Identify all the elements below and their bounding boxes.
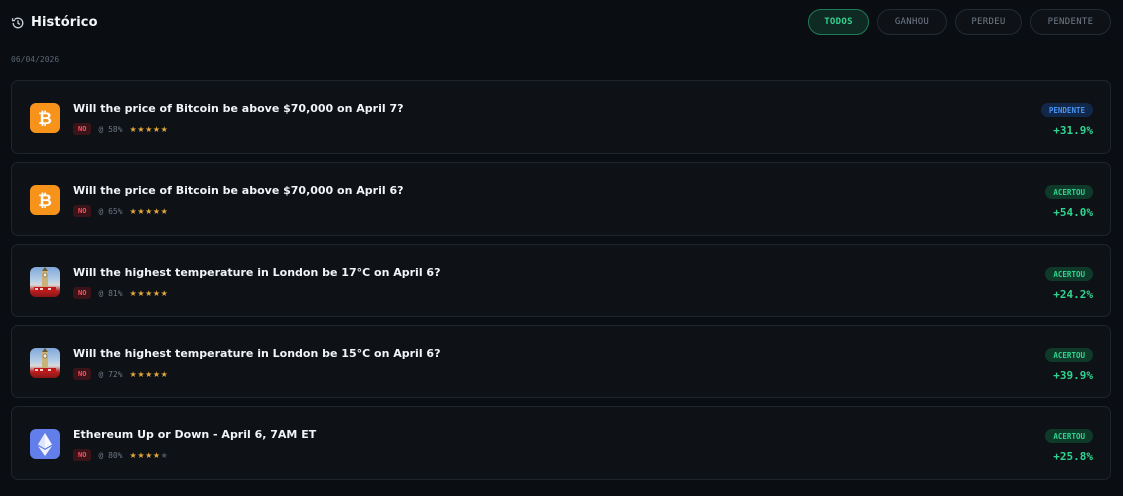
star-filled-icon: ★ (145, 124, 153, 134)
ethereum-icon (30, 429, 60, 459)
market-question: Will the price of Bitcoin be above $70,0… (73, 102, 404, 115)
svg-text:₿: ₿ (38, 109, 52, 129)
filter-group: TODOS GANHOU PERDEU PENDENTE (808, 9, 1111, 35)
confidence-stars: ★★★★★ (130, 370, 169, 379)
pnl-value: +39.9% (1053, 369, 1093, 382)
confidence-stars: ★★★★★ (130, 451, 169, 460)
star-filled-icon: ★ (152, 450, 161, 460)
pnl-value: +31.9% (1053, 124, 1093, 137)
star-filled-icon: ★ (160, 369, 169, 379)
side-badge: NO (73, 449, 92, 461)
trade-card[interactable]: Will the highest temperature in London b… (11, 325, 1111, 398)
filter-ganhou-button[interactable]: GANHOU (877, 9, 947, 35)
status-badge: ACERTOU (1045, 185, 1093, 199)
trade-meta: NO @ 80% ★★★★★ (73, 449, 168, 461)
filter-pendente-button[interactable]: PENDENTE (1030, 9, 1111, 35)
trade-card[interactable]: ₿ Will the price of Bitcoin be above $70… (11, 80, 1111, 154)
entry-probability: @ 80% (98, 450, 123, 460)
entry-probability: @ 65% (98, 206, 123, 216)
entry-probability: @ 72% (98, 369, 123, 379)
market-question: Will the price of Bitcoin be above $70,0… (73, 184, 404, 197)
star-filled-icon: ★ (152, 288, 161, 298)
market-question: Will the highest temperature in London b… (73, 266, 441, 279)
side-badge: NO (73, 287, 92, 299)
side-badge: NO (73, 205, 92, 217)
confidence-stars: ★★★★★ (130, 125, 169, 134)
star-filled-icon: ★ (137, 124, 146, 134)
star-filled-icon: ★ (145, 288, 153, 298)
trade-meta: NO @ 81% ★★★★★ (73, 287, 168, 299)
trade-card[interactable]: ₿ Will the price of Bitcoin be above $70… (11, 162, 1111, 236)
entry-probability: @ 81% (98, 288, 123, 298)
star-filled-icon: ★ (160, 288, 169, 298)
london-icon (30, 267, 60, 297)
trade-card[interactable]: Will the highest temperature in London b… (11, 244, 1111, 317)
star-filled-icon: ★ (137, 206, 146, 216)
status-badge: ACERTOU (1045, 429, 1093, 443)
star-filled-icon: ★ (145, 450, 153, 460)
trade-list: ₿ Will the price of Bitcoin be above $70… (11, 80, 1111, 488)
star-filled-icon: ★ (137, 369, 146, 379)
trade-meta: NO @ 72% ★★★★★ (73, 368, 168, 380)
star-empty-icon: ★ (160, 450, 169, 460)
svg-text:₿: ₿ (38, 191, 52, 211)
trade-meta: NO @ 65% ★★★★★ (73, 205, 168, 217)
confidence-stars: ★★★★★ (130, 207, 169, 216)
filter-todos-button[interactable]: TODOS (808, 9, 869, 35)
market-question: Ethereum Up or Down - April 6, 7AM ET (73, 428, 317, 441)
history-icon (11, 15, 25, 29)
market-question: Will the highest temperature in London b… (73, 347, 441, 360)
star-filled-icon: ★ (145, 206, 153, 216)
trade-meta: NO @ 58% ★★★★★ (73, 123, 168, 135)
star-filled-icon: ★ (152, 124, 161, 134)
bitcoin-icon: ₿ (30, 185, 60, 215)
side-badge: NO (73, 368, 92, 380)
status-badge: PENDENTE (1040, 103, 1093, 117)
trade-card[interactable]: Ethereum Up or Down - April 6, 7AM ET NO… (11, 406, 1111, 480)
date-group-label: 06/04/2026 (11, 55, 60, 64)
star-filled-icon: ★ (152, 206, 161, 216)
header: Histórico TODOS GANHOU PERDEU PENDENTE (11, 9, 1111, 35)
confidence-stars: ★★★★★ (130, 289, 169, 298)
star-filled-icon: ★ (137, 288, 146, 298)
entry-probability: @ 58% (98, 124, 123, 134)
pnl-value: +24.2% (1053, 288, 1093, 301)
status-badge: ACERTOU (1045, 348, 1093, 362)
star-filled-icon: ★ (145, 369, 153, 379)
star-filled-icon: ★ (160, 206, 169, 216)
page-title: Histórico (31, 14, 98, 30)
status-badge: ACERTOU (1045, 267, 1093, 281)
star-filled-icon: ★ (160, 124, 169, 134)
title-group: Histórico (11, 15, 98, 30)
star-filled-icon: ★ (152, 369, 161, 379)
bitcoin-icon: ₿ (30, 103, 60, 133)
london-icon (30, 348, 60, 378)
star-filled-icon: ★ (137, 450, 146, 460)
side-badge: NO (73, 123, 92, 135)
pnl-value: +54.0% (1053, 206, 1093, 219)
filter-perdeu-button[interactable]: PERDEU (955, 9, 1022, 35)
pnl-value: +25.8% (1053, 450, 1093, 463)
